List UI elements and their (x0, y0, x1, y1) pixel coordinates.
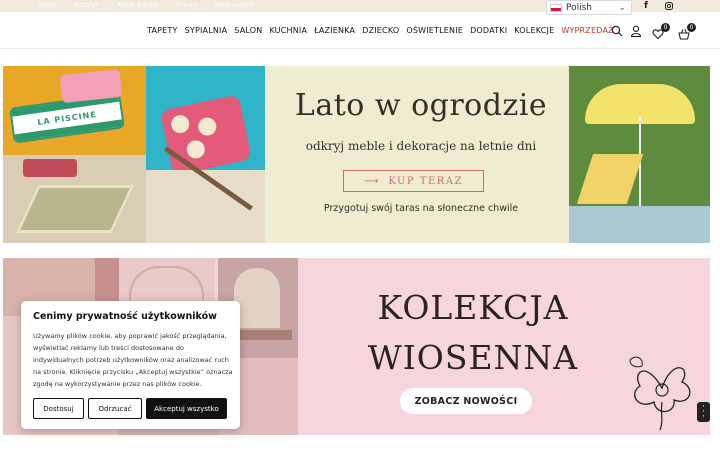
cookie-text: Używamy plików cookie, aby poprawić jako… (33, 332, 233, 388)
nav-item-tapety[interactable]: TAPETY (147, 26, 178, 35)
poppy-flower-illustration (629, 356, 691, 430)
nav-item-dodatki[interactable]: DODATKI (470, 26, 507, 35)
banner-title: Lato w ogrodzie (294, 88, 548, 123)
cart-count-badge: 0 (687, 23, 696, 32)
accept-all-button[interactable]: Akceptuj wszystko (146, 398, 227, 419)
top-link-account[interactable]: Moje konto (117, 1, 157, 9)
nav-item-wyprzedaz[interactable]: WYPRZEDAŻ (561, 26, 614, 35)
banner-subtitle: odkryj meble i dekoracje na letnie dni (305, 139, 537, 153)
nav-item-sypialnia[interactable]: SYPIALNIA (185, 26, 228, 35)
nav-item-lazienka[interactable]: ŁAZIENKA (314, 26, 355, 35)
nav-item-salon[interactable]: SALON (234, 26, 262, 35)
nav-divider (0, 48, 720, 49)
more-options-icon[interactable]: · · · (697, 402, 710, 422)
reject-button[interactable]: Odrzucać (88, 398, 142, 419)
top-link-cart[interactable]: Koszyk (74, 1, 99, 9)
nav-item-kuchnia[interactable]: KUCHNIA (269, 26, 307, 35)
customize-button[interactable]: Dostosuj (33, 398, 84, 419)
wishlist-count-badge: 0 (661, 23, 670, 32)
user-icon[interactable] (630, 25, 642, 37)
cushion-photo: LA PISCINE (3, 66, 146, 155)
top-link-terms[interactable]: Regulamin (215, 1, 254, 9)
arrow-right-icon: ⟶ (364, 175, 379, 187)
shop-now-button[interactable]: ⟶ KUP TERAZ (343, 170, 484, 192)
cookie-consent-dialog: Cenimy prywatność użytkowników Używamy p… (21, 301, 240, 429)
chevron-down-icon: ⌄ (618, 2, 626, 13)
main-navigation: TAPETY SYPIALNIA SALON KUCHNIA ŁAZIENKA … (0, 12, 720, 52)
rug-photo (3, 155, 146, 243)
see-new-arrivals-button[interactable]: ZOBACZ NOWOŚCI (400, 388, 532, 414)
garden-umbrella-photo (569, 66, 710, 243)
top-link-start[interactable]: Start (38, 1, 56, 9)
category-menu: TAPETY SYPIALNIA SALON KUCHNIA ŁAZIENKA … (147, 26, 614, 35)
wishlist-button[interactable]: 0 (652, 23, 670, 40)
top-link-about[interactable]: O nas (176, 1, 197, 9)
cart-button[interactable]: 0 (678, 23, 696, 40)
search-icon[interactable] (611, 25, 623, 37)
nav-item-kolekcje[interactable]: KOLEKCJE (514, 26, 554, 35)
nav-item-dziecko[interactable]: DZIECKO (362, 26, 399, 35)
facebook-icon[interactable]: f (644, 1, 648, 11)
language-label: Polish (566, 2, 593, 13)
banner-tagline: Przygotuj swój taras na słoneczne chwile (323, 203, 519, 214)
cookie-title: Cenimy prywatność użytkowników (33, 311, 217, 322)
instagram-icon[interactable] (665, 2, 673, 10)
nav-item-oswietlenie[interactable]: OŚWIETLENIE (406, 26, 463, 35)
spring-collection-title: KOLEKCJA WIOSENNA (367, 288, 579, 377)
deckchair-photo (146, 66, 265, 243)
polish-flag-icon (550, 3, 562, 12)
top-links: Start Koszyk Moje konto O nas Regulamin (38, 1, 254, 9)
summer-garden-banner[interactable]: LA PISCINE Lato w ogrodzie odkryj meble … (3, 66, 710, 243)
